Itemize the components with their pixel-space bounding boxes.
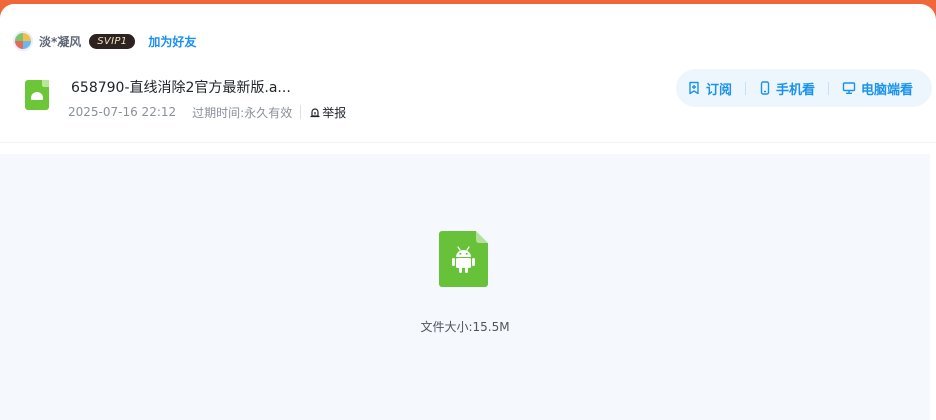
report-link[interactable]: 举报 [309, 104, 346, 121]
username[interactable]: 淡*凝风 [39, 33, 81, 50]
desktop-label: 电脑端看 [861, 82, 914, 98]
file-title: 658790-直线消除2官方最新版.a... [71, 80, 291, 96]
android-apk-file-icon [439, 231, 488, 287]
android-file-icon [25, 80, 49, 110]
android-robot-icon [452, 246, 475, 273]
subscribe-label: 订阅 [706, 82, 733, 98]
monitor-icon [842, 82, 856, 95]
upload-date: 2025-07-16 22:12 [68, 105, 177, 119]
vip-badge: SVIP1 [89, 33, 136, 49]
file-meta: 2025-07-16 22:12 过期时间: 永久有效 举报 [68, 103, 346, 121]
add-friend-link[interactable]: 加为好友 [148, 33, 196, 50]
view-actions: 订阅 手机看 电脑端看 [676, 69, 932, 107]
file-size: 文件大小:15.5M [420, 320, 510, 334]
expiry-label: 过期时间: [192, 105, 245, 120]
action-divider [745, 81, 747, 95]
subscribe-button[interactable]: 订阅 [687, 79, 732, 98]
report-icon [310, 108, 320, 118]
mobile-label: 手机看 [776, 82, 816, 98]
report-label: 举报 [322, 105, 347, 120]
meta-divider [300, 105, 302, 119]
view-on-desktop-button[interactable]: 电脑端看 [842, 79, 913, 98]
file-share-card: 淡*凝风 SVIP1 加为好友 658790-直线消除2官方最新版.a... 2… [0, 4, 936, 420]
file-preview-area: 文件大小:15.5M [0, 154, 930, 420]
bookmark-plus-icon [689, 81, 699, 95]
owner-row: 淡*凝风 SVIP1 加为好友 [13, 28, 196, 54]
phone-icon [760, 81, 770, 95]
section-divider [0, 142, 936, 143]
expiry-value: 永久有效 [244, 105, 293, 120]
action-divider [828, 81, 830, 95]
avatar[interactable] [13, 31, 33, 51]
view-on-mobile-button[interactable]: 手机看 [759, 79, 815, 98]
